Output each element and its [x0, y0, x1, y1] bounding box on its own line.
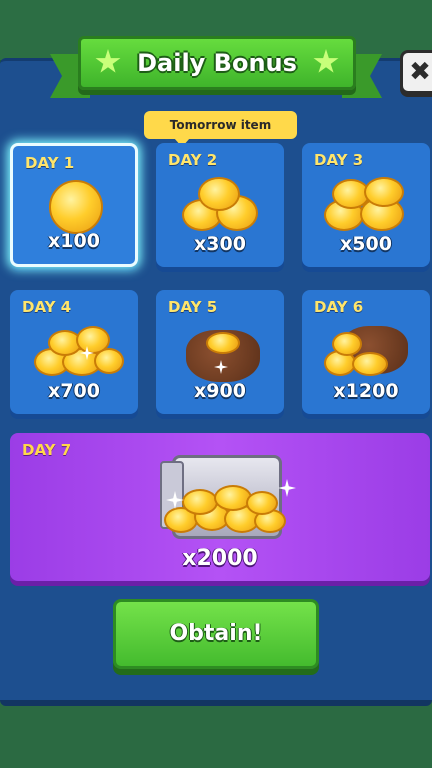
- close-icon: ✖: [409, 57, 431, 87]
- day-label: DAY 6: [314, 298, 364, 316]
- obtain-button[interactable]: Obtain!: [113, 599, 319, 669]
- reward-amount: x1200: [333, 380, 399, 402]
- title-banner: Daily Bonus: [78, 36, 356, 90]
- day-label: DAY 3: [314, 151, 364, 169]
- reward-amount: x900: [194, 380, 246, 402]
- day-label: DAY 4: [22, 298, 72, 316]
- background-bottom: [0, 700, 432, 768]
- day-4-tile[interactable]: DAY 4 x700: [10, 290, 138, 414]
- day-7-tile[interactable]: DAY 7 x2000: [10, 433, 430, 581]
- reward-amount: x2000: [182, 546, 258, 571]
- day-label: DAY 2: [168, 151, 218, 169]
- day-3-tile[interactable]: DAY 3 x500: [302, 143, 430, 267]
- reward-amount: x700: [48, 380, 100, 402]
- page-title: Daily Bonus: [137, 49, 297, 77]
- day-5-tile[interactable]: DAY 5 x900: [156, 290, 284, 414]
- day-label: DAY 7: [22, 441, 72, 459]
- reward-amount: x100: [48, 230, 100, 252]
- tomorrow-item-tag: Tomorrow item: [144, 111, 297, 147]
- close-button[interactable]: ✖: [400, 50, 432, 94]
- day-label: DAY 5: [168, 298, 218, 316]
- day-6-tile[interactable]: DAY 6 x1200: [302, 290, 430, 414]
- reward-amount: x300: [194, 233, 246, 255]
- day-1-tile[interactable]: DAY 1 x100: [10, 143, 138, 267]
- day-2-tile[interactable]: DAY 2 x300: [156, 143, 284, 267]
- day-label: DAY 1: [25, 154, 75, 172]
- reward-amount: x500: [340, 233, 392, 255]
